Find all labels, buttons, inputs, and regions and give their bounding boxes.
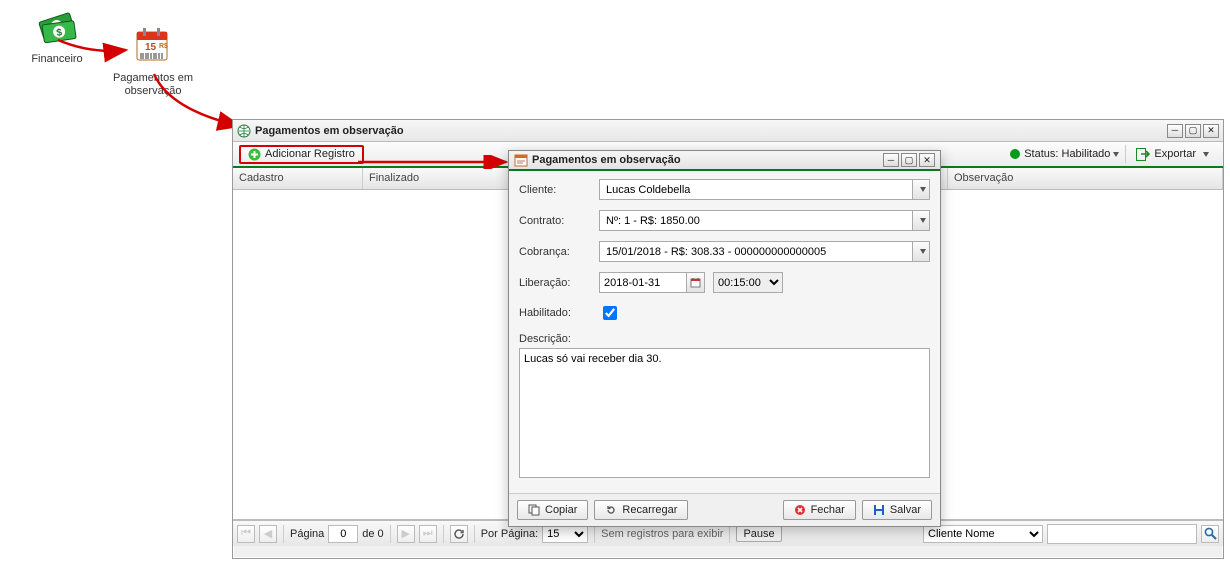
status-dot-icon — [1010, 149, 1020, 159]
recarregar-button[interactable]: Recarregar — [594, 500, 688, 520]
close-icon — [794, 504, 806, 516]
label-habilitado: Habilitado: — [519, 307, 599, 319]
pager-empty-text: Sem registros para exibir — [601, 528, 723, 540]
window-close-button[interactable]: ✕ — [1203, 124, 1219, 138]
cobranca-input[interactable] — [599, 241, 912, 262]
search-field-select[interactable]: Cliente Nome — [923, 525, 1043, 543]
pager-prev-button[interactable]: ◀ — [259, 525, 277, 543]
export-icon — [1136, 148, 1150, 161]
svg-text:15: 15 — [145, 42, 157, 53]
descricao-textarea[interactable]: Lucas só vai receber dia 30. — [519, 348, 930, 478]
add-record-label: Adicionar Registro — [265, 148, 355, 160]
desktop-icon-label: Financeiro — [12, 53, 102, 66]
app-globe-icon — [237, 124, 251, 138]
search-button[interactable] — [1201, 525, 1219, 543]
dialog-pagamentos: Pagamentos em observação ─ ▢ ✕ Cliente: … — [508, 150, 941, 527]
pager-page-label: Página — [290, 528, 324, 540]
svg-text:R$: R$ — [159, 43, 168, 50]
contrato-dropdown-button[interactable] — [912, 210, 930, 231]
window-maximize-button[interactable]: ▢ — [1185, 124, 1201, 138]
fechar-label: Fechar — [811, 504, 845, 516]
pager-pause-button[interactable]: Pause — [736, 526, 781, 542]
dialog-close-button[interactable]: ✕ — [919, 153, 935, 167]
pager-page-of: de 0 — [362, 528, 383, 540]
window-minimize-button[interactable]: ─ — [1167, 124, 1183, 138]
desktop-icon-financeiro[interactable]: $ $ Financeiro — [12, 3, 102, 66]
status-label: Status: Habilitado — [1024, 148, 1110, 160]
pager-refresh-button[interactable] — [450, 525, 468, 543]
desktop-icon-label: Pagamentos em observação — [108, 72, 198, 98]
cliente-input[interactable] — [599, 179, 912, 200]
copiar-label: Copiar — [545, 504, 577, 516]
column-header-observacao[interactable]: Observação — [948, 168, 1223, 189]
cobranca-dropdown-button[interactable] — [912, 241, 930, 262]
calendar-barcode-icon: 15 R$ — [129, 22, 177, 70]
salvar-button[interactable]: Salvar — [862, 500, 932, 520]
add-icon — [248, 148, 261, 161]
dialog-title: Pagamentos em observação — [532, 154, 681, 166]
form-icon — [514, 154, 528, 167]
dialog-minimize-button[interactable]: ─ — [883, 153, 899, 167]
liberacao-time-select[interactable]: 00:15:00 — [713, 272, 783, 293]
window-header[interactable]: Pagamentos em observação ─ ▢ ✕ — [233, 120, 1223, 142]
pager-next-button[interactable]: ▶ — [397, 525, 415, 543]
search-input[interactable] — [1047, 524, 1197, 544]
pager-last-button[interactable]: ⏭ — [419, 525, 437, 543]
refresh-icon — [453, 528, 465, 540]
copiar-button[interactable]: Copiar — [517, 500, 588, 520]
reload-icon — [605, 504, 617, 516]
pager-first-button[interactable]: ⏮ — [237, 525, 255, 543]
label-cliente: Cliente: — [519, 184, 599, 196]
export-label: Exportar — [1154, 148, 1196, 160]
money-icon: $ $ — [33, 3, 81, 51]
save-icon — [873, 504, 885, 516]
cliente-dropdown-button[interactable] — [912, 179, 930, 200]
window-title: Pagamentos em observação — [255, 125, 404, 137]
pager-page-input[interactable] — [328, 525, 358, 543]
pager-per-page-label: Por Página: — [481, 528, 538, 540]
fechar-button[interactable]: Fechar — [783, 500, 856, 520]
liberacao-date-picker-button[interactable] — [687, 272, 705, 293]
chevron-down-icon — [920, 249, 926, 254]
chevron-down-icon — [1113, 152, 1119, 157]
chevron-down-icon — [920, 187, 926, 192]
contrato-combo[interactable] — [599, 210, 930, 231]
dialog-header[interactable]: Pagamentos em observação ─ ▢ ✕ — [509, 151, 940, 171]
export-button[interactable]: Exportar — [1128, 146, 1217, 163]
column-header-cadastro[interactable]: Cadastro — [233, 168, 363, 189]
dialog-body: Cliente: Contrato: Cobrança: Liberação: — [509, 171, 940, 493]
dialog-footer: Copiar Recarregar Fechar Salvar — [509, 493, 940, 526]
dialog-maximize-button[interactable]: ▢ — [901, 153, 917, 167]
habilitado-checkbox[interactable] — [603, 306, 617, 320]
contrato-input[interactable] — [599, 210, 912, 231]
copy-icon — [528, 504, 540, 516]
desktop-icon-pagamentos-observacao[interactable]: 15 R$ Pagamentos em observação — [108, 22, 198, 98]
cliente-combo[interactable] — [599, 179, 930, 200]
pager-per-page-select[interactable]: 15 — [542, 525, 588, 543]
liberacao-date-input[interactable] — [599, 272, 687, 293]
label-cobranca: Cobrança: — [519, 246, 599, 258]
search-icon — [1204, 527, 1217, 540]
chevron-down-icon — [1203, 152, 1209, 157]
calendar-icon — [690, 277, 701, 288]
recarregar-label: Recarregar — [622, 504, 677, 516]
salvar-label: Salvar — [890, 504, 921, 516]
label-descricao: Descrição: — [519, 333, 930, 345]
label-liberacao: Liberação: — [519, 277, 599, 289]
label-contrato: Contrato: — [519, 215, 599, 227]
status-indicator[interactable]: Status: Habilitado — [1010, 148, 1119, 160]
add-record-button[interactable]: Adicionar Registro — [239, 145, 364, 164]
cobranca-combo[interactable] — [599, 241, 930, 262]
chevron-down-icon — [920, 218, 926, 223]
